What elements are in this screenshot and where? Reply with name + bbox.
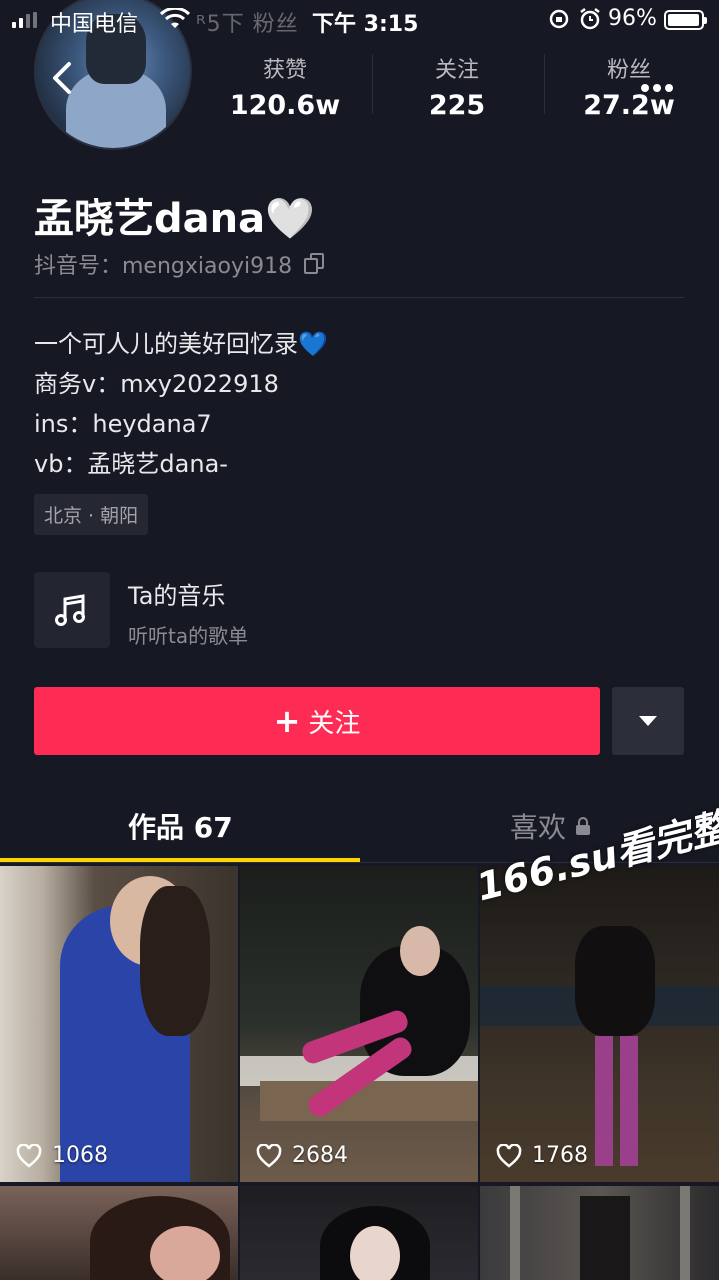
video-thumbnail[interactable]: 2684 xyxy=(240,866,478,1182)
status-bar: 中国电信 ᴿ5下 粉丝 下午 3:15 96% xyxy=(0,0,719,40)
bio-line: vb：孟晓艺dana- xyxy=(34,450,228,478)
video-thumbnail[interactable] xyxy=(0,1186,238,1280)
like-count: 1068 xyxy=(16,1143,108,1168)
triangle-down-icon xyxy=(639,716,657,726)
stat-divider xyxy=(372,54,373,114)
wifi-icon xyxy=(159,6,191,36)
more-dots-icon xyxy=(641,84,673,92)
bio-line: ins：heydana7 xyxy=(34,410,212,438)
signal-icon xyxy=(12,12,37,28)
alarm-icon xyxy=(580,8,600,30)
back-button[interactable] xyxy=(44,58,80,102)
copy-icon[interactable] xyxy=(304,253,326,275)
stat-likes[interactable]: 获赞 120.6w xyxy=(210,52,360,121)
stat-following[interactable]: 关注 225 xyxy=(382,52,532,121)
bio: 一个可人儿的美好回忆录💙 商务v：mxy2022918 ins：heydana7… xyxy=(34,324,328,484)
follow-label: 关注 xyxy=(308,708,361,739)
account-id: 抖音号：mengxiaoyi918 xyxy=(34,254,293,279)
divider xyxy=(34,297,684,298)
video-thumbnail[interactable]: 1768 xyxy=(480,866,719,1182)
like-count-value: 2684 xyxy=(292,1143,348,1168)
obscured-text: ᴿ5下 粉丝 xyxy=(196,12,299,37)
like-count: 1768 xyxy=(496,1143,588,1168)
video-thumbnail[interactable]: 1068 xyxy=(0,866,238,1182)
clock: 下午 3:15 xyxy=(312,12,419,37)
bio-line: 商务v：mxy2022918 xyxy=(34,370,279,398)
like-count-value: 1068 xyxy=(52,1143,108,1168)
heart-icon xyxy=(256,1143,282,1168)
plus-icon: + xyxy=(273,702,301,740)
more-button[interactable] xyxy=(640,66,674,101)
stat-followers[interactable]: 粉丝 27.2w xyxy=(554,52,704,121)
heart-icon xyxy=(496,1143,522,1168)
stat-label: 粉丝 xyxy=(606,58,651,83)
stat-label: 获赞 xyxy=(262,58,307,83)
video-thumbnail[interactable] xyxy=(480,1186,719,1280)
chevron-left-icon xyxy=(53,62,71,94)
stat-value: 27.2w xyxy=(583,90,675,121)
like-count: 2684 xyxy=(256,1143,348,1168)
location-tag[interactable]: 北京 · 朝阳 xyxy=(34,494,149,535)
profile-name: 孟晓艺dana🤍 xyxy=(34,196,315,242)
battery-percent: 96% xyxy=(608,6,657,31)
music-button[interactable] xyxy=(34,572,110,648)
like-count-value: 1768 xyxy=(532,1143,588,1168)
bio-line: 一个可人儿的美好回忆录💙 xyxy=(34,330,328,358)
heart-icon xyxy=(16,1143,42,1168)
battery-icon xyxy=(664,10,707,30)
rotation-lock-icon xyxy=(549,9,569,29)
stat-value: 225 xyxy=(428,90,486,121)
stat-label: 关注 xyxy=(434,58,479,83)
carrier-label: 中国电信 xyxy=(50,12,139,37)
music-subtitle: 听听ta的歌单 xyxy=(128,624,249,648)
account-id-row: 抖音号：mengxiaoyi918 xyxy=(34,248,326,280)
dropdown-button[interactable] xyxy=(612,687,684,755)
follow-button[interactable]: + 关注 xyxy=(34,687,600,755)
video-thumbnail[interactable] xyxy=(240,1186,478,1280)
music-note-icon xyxy=(55,594,85,626)
stat-value: 120.6w xyxy=(229,90,341,121)
music-title[interactable]: Ta的音乐 xyxy=(128,576,225,611)
tab-works[interactable]: 作品 67 xyxy=(128,806,233,846)
stat-divider xyxy=(544,54,545,114)
